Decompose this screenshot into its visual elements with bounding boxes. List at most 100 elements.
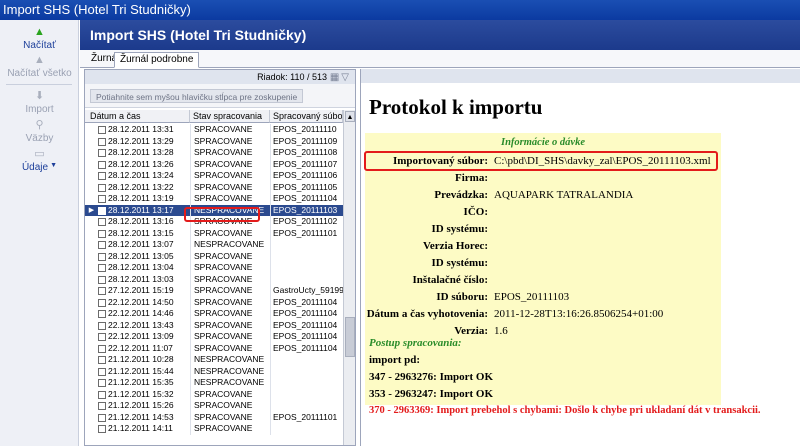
row-checkbox[interactable] xyxy=(98,137,106,146)
cell-status: SPRACOVANE xyxy=(194,158,253,169)
table-row[interactable]: 28.12.2011 13:28 SPRACOVANE EPOS_20111108 xyxy=(85,147,343,159)
table-row[interactable]: 21.12.2011 14:11 SPRACOVANE xyxy=(85,423,343,435)
row-checkbox[interactable] xyxy=(98,149,106,157)
cell-date: 28.12.2011 13:03 xyxy=(108,273,174,284)
group-hint: Potiahnite sem myšou hlavičku stĺpca pre… xyxy=(90,89,304,103)
cell-divider xyxy=(190,135,191,147)
cell-status: SPRACOVANE xyxy=(194,342,253,353)
data-menu-button[interactable]: ▭ Údaje ▼ xyxy=(0,148,79,173)
table-row[interactable]: 21.12.2011 14:53 SPRACOVANE EPOS_20111101 xyxy=(85,411,343,423)
cell-date: 28.12.2011 13:24 xyxy=(108,170,174,180)
column-header-date[interactable]: Dátum a čas xyxy=(85,110,190,123)
table-row[interactable]: 28.12.2011 13:24 SPRACOVANE EPOS_20111106 xyxy=(85,170,343,182)
scroll-up-icon[interactable]: ▲ xyxy=(345,111,355,122)
cell-status: NESPRACOVANE xyxy=(194,365,265,376)
table-row[interactable]: 28.12.2011 13:22 SPRACOVANE EPOS_20111105 xyxy=(85,181,343,193)
cell-date: 28.12.2011 13:26 xyxy=(108,158,174,169)
cell-divider xyxy=(270,342,271,354)
row-checkbox[interactable] xyxy=(98,344,106,353)
row-checkbox[interactable] xyxy=(98,321,106,330)
table-row[interactable]: 21.12.2011 15:35 NESPRACOVANE xyxy=(85,377,343,389)
load-all-button[interactable]: ▲ Načítať všetko xyxy=(0,54,79,79)
row-checkbox[interactable] xyxy=(98,160,106,169)
cell-divider xyxy=(190,308,191,320)
table-row[interactable]: 28.12.2011 13:15 SPRACOVANE EPOS_20111101 xyxy=(85,227,343,239)
cell-file: EPOS_20111104 xyxy=(273,342,338,353)
tab-zurnal-podrobne[interactable]: Žurnál podrobne xyxy=(114,52,200,68)
cell-status: SPRACOVANE xyxy=(194,124,253,134)
cell-divider xyxy=(190,354,191,366)
row-checkbox[interactable] xyxy=(98,287,106,295)
table-row[interactable]: 22.12.2011 13:43 SPRACOVANE EPOS_20111104 xyxy=(85,319,343,331)
cell-divider xyxy=(190,170,191,182)
vertical-scrollbar[interactable]: ▲ xyxy=(343,110,355,445)
cell-divider xyxy=(190,227,191,239)
row-indicator-icon xyxy=(85,343,98,355)
row-checkbox[interactable] xyxy=(98,252,106,261)
row-checkbox[interactable] xyxy=(98,310,106,318)
table-row[interactable]: 22.12.2011 14:50 SPRACOVANE EPOS_20111104 xyxy=(85,296,343,308)
table-row[interactable]: 27.12.2011 15:19 SPRACOVANE GastroUcty_591… xyxy=(85,285,343,297)
table-row[interactable]: 21.12.2011 15:32 SPRACOVANE xyxy=(85,388,343,400)
table-row[interactable]: 28.12.2011 13:31 SPRACOVANE EPOS_20111110 xyxy=(85,124,343,136)
table-row[interactable]: 22.12.2011 11:07 SPRACOVANE EPOS_20111104 xyxy=(85,342,343,355)
group-panel[interactable]: Potiahnite sem myšou hlavičku stĺpca pre… xyxy=(85,84,355,108)
row-checkbox[interactable] xyxy=(98,195,106,203)
row-indicator-icon xyxy=(85,216,98,228)
row-checkbox[interactable] xyxy=(98,367,106,376)
table-row[interactable]: 28.12.2011 13:29 SPRACOVANE EPOS_20111109 xyxy=(85,135,343,147)
cell-divider xyxy=(190,388,191,400)
scroll-thumb[interactable] xyxy=(345,317,355,357)
table-row[interactable]: 28.12.2011 13:19 SPRACOVANE EPOS_20111104 xyxy=(85,193,343,205)
table-row[interactable]: 21.12.2011 15:26 SPRACOVANE xyxy=(85,400,343,412)
grid-toolbar-icons[interactable]: ▦▽ xyxy=(330,71,351,85)
table-row[interactable]: 28.12.2011 13:04 SPRACOVANE xyxy=(85,262,343,274)
row-checkbox[interactable] xyxy=(98,206,106,215)
cell-divider xyxy=(270,181,271,193)
table-row[interactable]: 21.12.2011 15:44 NESPRACOVANE xyxy=(85,365,343,377)
row-checkbox[interactable] xyxy=(98,413,106,422)
table-row[interactable]: 22.12.2011 13:09 SPRACOVANE EPOS_20111104 xyxy=(85,331,343,343)
row-checkbox[interactable] xyxy=(98,229,106,238)
column-header-status[interactable]: Stav spracovania xyxy=(190,110,270,123)
row-checkbox[interactable] xyxy=(98,298,106,307)
info-row-firma: Firma: xyxy=(365,170,800,186)
table-row[interactable]: 21.12.2011 10:28 NESPRACOVANE xyxy=(85,354,343,366)
import-icon: ⬇ xyxy=(34,90,45,102)
value-verzia: 1.6 xyxy=(494,325,508,337)
table-row[interactable]: 28.12.2011 13:05 SPRACOVANE xyxy=(85,250,343,262)
column-header-file[interactable]: Spracovaný súbor xyxy=(270,110,343,123)
row-checkbox[interactable] xyxy=(98,126,106,134)
info-row-id-systemu: ID systému: xyxy=(365,221,800,237)
import-button[interactable]: ⬇ Import xyxy=(0,90,79,115)
table-row[interactable]: 28.12.2011 13:26 SPRACOVANE EPOS_20111107 xyxy=(85,158,343,170)
cell-date: 22.12.2011 13:43 xyxy=(108,319,174,330)
cell-file: EPOS_20111102 xyxy=(273,216,338,226)
row-checkbox[interactable] xyxy=(98,241,106,249)
info-row-verzia-horec: Verzia Horec: xyxy=(365,238,800,254)
table-row[interactable]: 28.12.2011 13:07 NESPRACOVANE xyxy=(85,239,343,251)
row-checkbox[interactable] xyxy=(98,172,106,180)
info-row-prevadzka: Prevádzka: AQUAPARK TATRALANDIA xyxy=(365,187,800,203)
import-label: Import xyxy=(25,104,54,115)
row-checkbox[interactable] xyxy=(98,390,106,399)
row-checkbox[interactable] xyxy=(98,402,106,410)
links-button[interactable]: ⚲ Väzby xyxy=(0,119,79,144)
arrow-up-icon: ▲ xyxy=(34,54,45,66)
row-checkbox[interactable] xyxy=(98,379,106,387)
row-checkbox[interactable] xyxy=(98,275,106,284)
row-checkbox[interactable] xyxy=(98,356,106,364)
load-button[interactable]: ▲ Načítať xyxy=(0,26,79,51)
load-all-label: Načítať všetko xyxy=(7,68,72,79)
table-row[interactable]: 28.12.2011 13:03 SPRACOVANE xyxy=(85,273,343,285)
row-checkbox[interactable] xyxy=(98,218,106,226)
table-row[interactable]: 22.12.2011 14:46 SPRACOVANE EPOS_20111104 xyxy=(85,308,343,320)
info-row-ico: IČO: xyxy=(365,204,800,220)
cell-date: 28.12.2011 13:07 xyxy=(108,239,174,249)
row-checkbox[interactable] xyxy=(98,183,106,192)
row-checkbox[interactable] xyxy=(98,333,106,341)
row-checkbox[interactable] xyxy=(98,264,106,272)
cell-status: SPRACOVANE xyxy=(194,319,253,330)
row-checkbox[interactable] xyxy=(98,425,106,433)
journal-grid: Riadok: 110 / 513 ▦▽ Potiahnite sem myšo… xyxy=(84,69,356,446)
